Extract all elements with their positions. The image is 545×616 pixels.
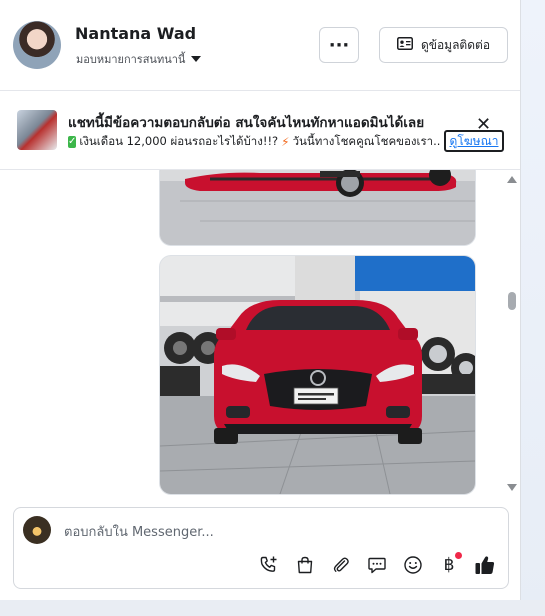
lightning-icon: ⚡ [281,135,290,149]
chat-bubble-icon[interactable] [366,554,388,576]
car-photo-message[interactable] [159,255,476,495]
ad-subtitle-part1: เงินเดือน 12,000 ผ่อนรถอะไรได้บ้าง!!? [79,134,279,148]
scroll-up-arrow[interactable] [507,176,517,183]
emoji-icon[interactable] [402,554,424,576]
thumbs-up-icon[interactable] [474,554,496,576]
notification-dot [455,552,462,559]
avatar[interactable] [13,21,61,69]
reply-composer: ฿ [13,507,509,589]
more-label: ··· [328,34,350,56]
view-contact-label: ดูข้อมูลติดต่อ [420,37,491,52]
phone-plus-icon[interactable] [258,554,280,576]
check-icon: ✓ [68,136,77,148]
shopping-bag-icon[interactable] [294,554,316,576]
composer-toolbar: ฿ [258,552,496,576]
close-icon[interactable]: ✕ [476,116,491,134]
ad-subtitle: ✓ เงินเดือน 12,000 ผ่อนรถอะไรได้บ้าง!!? … [68,133,440,151]
paperclip-icon[interactable] [330,554,352,576]
view-contact-button[interactable]: ดูข้อมูลติดต่อ [379,27,508,63]
assign-conversation-dropdown[interactable]: มอบหมายการสนทนานี้ [76,50,202,68]
right-edge-background [521,0,545,616]
baht-symbol: ฿ [443,555,455,575]
ad-title: แชทนี้มีข้อความตอบกลับต่อ สนใจคันไหนทักห… [68,115,425,131]
id-card-icon [396,37,413,53]
caret-down-icon [191,56,202,62]
scrollbar-thumb[interactable] [508,292,516,310]
car-photo-message[interactable] [159,170,476,246]
contact-name[interactable]: Nantana Wad [75,24,196,43]
more-options-button[interactable]: ··· [319,27,359,63]
messenger-panel: Nantana Wad มอบหมายการสนทนานี้ ··· ดูข้อ… [0,0,521,600]
baht-payment-icon[interactable]: ฿ [438,552,462,576]
ad-subtitle-part2: วันนี้ทางโชคคูณโชคของเรา... [292,134,440,148]
view-ad-link[interactable]: ดูโฆษณา [444,130,504,152]
assign-label: มอบหมายการสนทนานี้ [76,53,186,66]
page-avatar [23,516,51,544]
conversation-header: Nantana Wad มอบหมายการสนทนานี้ ··· ดูข้อ… [0,0,520,91]
ad-banner: แชทนี้มีข้อความตอบกลับต่อ สนใจคันไหนทักห… [0,90,520,170]
scroll-down-arrow[interactable] [507,484,517,491]
reply-input[interactable] [62,518,486,546]
message-list [0,170,520,500]
bottom-edge-background [0,600,545,616]
ad-thumbnail [17,110,57,150]
